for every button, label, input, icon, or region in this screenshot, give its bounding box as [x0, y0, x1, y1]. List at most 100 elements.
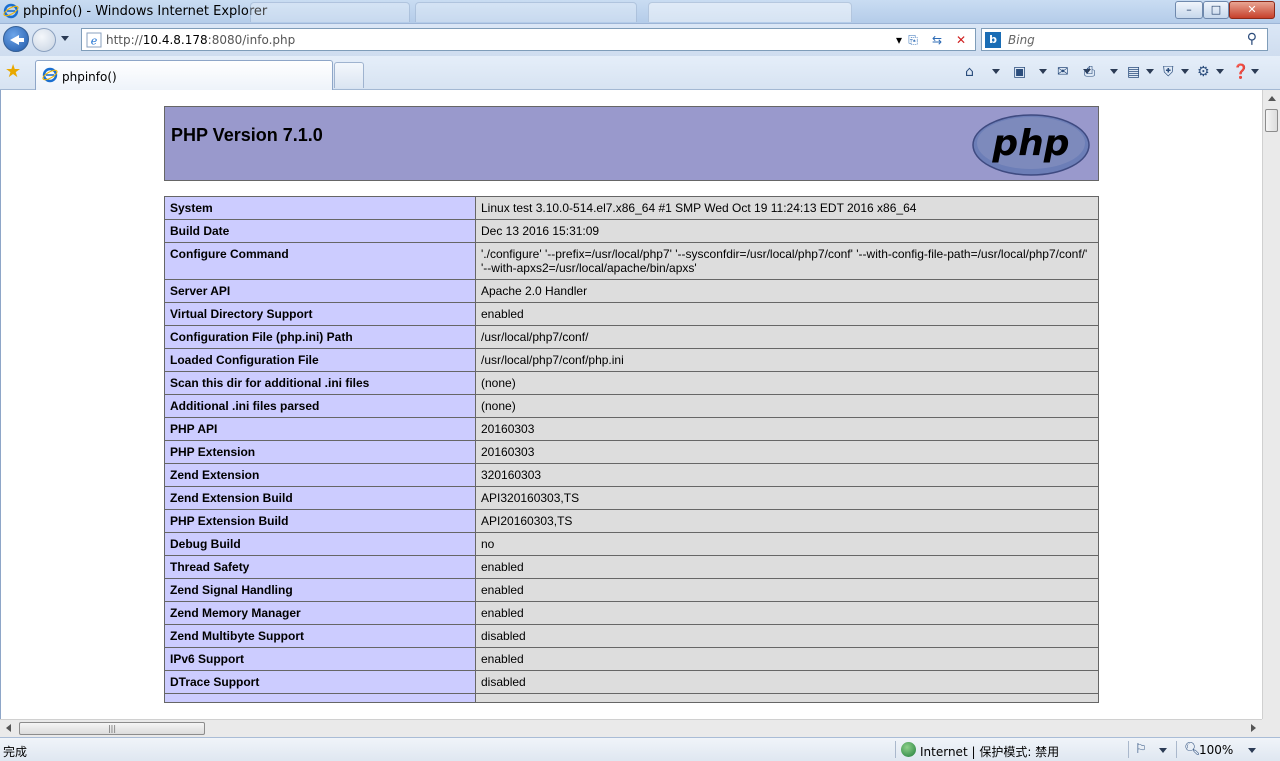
- status-text: 完成: [3, 745, 28, 759]
- table-row: Thread Safety enabled: [164, 555, 1099, 579]
- php-logo-text: php: [991, 123, 1069, 164]
- vertical-scrollbar[interactable]: [1262, 90, 1280, 719]
- php-version-header: PHP Version 7.1.0 php: [164, 106, 1099, 181]
- table-row: DTrace Support disabled: [164, 670, 1099, 694]
- forward-button[interactable]: [32, 28, 56, 52]
- row-key: Loaded Configuration File: [164, 348, 476, 372]
- row-value: /usr/local/php7/conf/: [475, 325, 1099, 349]
- close-button[interactable]: ✕: [1229, 1, 1275, 19]
- print-icon[interactable]: ⎙: [1084, 62, 1095, 82]
- row-value: enabled: [475, 601, 1099, 625]
- feeds-icon[interactable]: ▣: [1013, 62, 1026, 82]
- row-value: 320160303: [475, 463, 1099, 487]
- home-dropdown-icon[interactable]: [992, 69, 1000, 74]
- search-icon[interactable]: ⚲: [1247, 31, 1257, 47]
- help-dropdown-icon[interactable]: [1251, 69, 1259, 74]
- maximize-button[interactable]: □: [1203, 1, 1229, 19]
- search-box[interactable]: b Bing ⚲: [981, 28, 1268, 51]
- security-zone-text[interactable]: Internet | 保护模式: 禁用: [920, 743, 1059, 760]
- horizontal-scrollbar[interactable]: |||: [0, 719, 1262, 737]
- row-key: Build Date: [164, 219, 476, 243]
- table-row: Zend Memory Manager enabled: [164, 601, 1099, 625]
- row-key: Zend Multibyte Support: [164, 624, 476, 648]
- scroll-up-icon[interactable]: [1268, 96, 1276, 101]
- tools-dropdown-icon[interactable]: [1216, 69, 1224, 74]
- tab-bar: ★ phpinfo() ⌂ ▣ ✉ ⎙ ▤ ⛨ ⚙ ❓: [0, 56, 1280, 90]
- table-row: Virtual Directory Support enabled: [164, 302, 1099, 326]
- table-row: IPv6 Support enabled: [164, 647, 1099, 671]
- url-text[interactable]: http://10.4.8.178:8080/info.php: [106, 33, 295, 47]
- table-row: Configure Command './configure' '--prefix…: [164, 242, 1099, 280]
- row-key: System: [164, 196, 476, 220]
- vertical-scroll-thumb[interactable]: [1265, 109, 1278, 132]
- table-row: Configuration File (php.ini) Path/usr/lo…: [164, 325, 1099, 349]
- row-value: Dec 13 2016 15:31:09: [475, 219, 1099, 243]
- row-value: 20160303: [475, 440, 1099, 464]
- status-bar: 完成 Internet | 保护模式: 禁用 ⚐ 🔍︎ 100%: [0, 737, 1280, 761]
- zoom-dropdown-icon[interactable]: [1248, 748, 1256, 753]
- page-icon[interactable]: ▤: [1127, 62, 1140, 82]
- favorites-star-icon[interactable]: ★: [5, 62, 21, 82]
- stop-icon[interactable]: ✕: [950, 32, 972, 49]
- home-icon[interactable]: ⌂: [965, 62, 974, 82]
- background-tab-ghost: [415, 2, 637, 22]
- scroll-left-icon[interactable]: [6, 724, 11, 732]
- row-value: API20160303,TS: [475, 509, 1099, 533]
- minimize-button[interactable]: –: [1175, 1, 1203, 19]
- status-divider: [895, 741, 896, 758]
- status-divider: [1128, 741, 1129, 758]
- row-value: disabled: [475, 670, 1099, 694]
- row-key: Configuration File (php.ini) Path: [164, 325, 476, 349]
- row-value: Apache 2.0 Handler: [475, 279, 1099, 303]
- safety-dropdown-icon[interactable]: [1181, 69, 1189, 74]
- recent-pages-dropdown-icon[interactable]: [61, 36, 69, 41]
- row-key: Configure Command: [164, 242, 476, 280]
- address-bar[interactable]: e http://10.4.8.178:8080/info.php ▾ ⎘ ⇆ …: [81, 28, 976, 51]
- row-value: disabled: [475, 624, 1099, 648]
- new-tab-button[interactable]: [334, 62, 364, 88]
- tab-phpinfo[interactable]: phpinfo(): [35, 60, 333, 90]
- row-value: [475, 693, 1099, 703]
- table-row: Loaded Configuration File/usr/local/php7…: [164, 348, 1099, 372]
- table-row: PHP Extension Build API20160303,TS: [164, 509, 1099, 533]
- row-key: PHP Extension: [164, 440, 476, 464]
- table-row: Zend Extension Build API320160303,TS: [164, 486, 1099, 510]
- php-logo-icon[interactable]: php: [971, 113, 1091, 177]
- zoom-level[interactable]: 100%: [1199, 743, 1233, 757]
- row-key: [164, 693, 476, 703]
- internet-zone-globe-icon: [901, 742, 916, 757]
- refresh-icon[interactable]: ⇆: [926, 32, 948, 49]
- row-value: (none): [475, 371, 1099, 395]
- ie-page-icon: e: [86, 32, 102, 48]
- row-value: Linux test 3.10.0-514.el7.x86_64 #1 SMP …: [475, 196, 1099, 220]
- row-key: PHP API: [164, 417, 476, 441]
- row-value: enabled: [475, 578, 1099, 602]
- table-row: [164, 693, 1099, 703]
- scroll-right-icon[interactable]: [1251, 724, 1256, 732]
- feeds-dropdown-icon[interactable]: [1039, 69, 1047, 74]
- page-dropdown-icon[interactable]: [1146, 69, 1154, 74]
- protected-mode-dropdown-icon[interactable]: [1159, 748, 1167, 753]
- search-placeholder: Bing: [1008, 33, 1035, 47]
- status-divider: [1176, 741, 1177, 758]
- table-row: Scan this dir for additional .ini files(…: [164, 371, 1099, 395]
- php-version-title: PHP Version 7.1.0: [171, 125, 323, 145]
- row-key: Zend Signal Handling: [164, 578, 476, 602]
- table-row: Build Date Dec 13 2016 15:31:09: [164, 219, 1099, 243]
- table-row: Server API Apache 2.0 Handler: [164, 279, 1099, 303]
- safety-shield-icon[interactable]: ⛨: [1163, 62, 1174, 82]
- tools-gear-icon[interactable]: ⚙: [1197, 62, 1210, 82]
- mail-icon[interactable]: ✉: [1057, 62, 1069, 82]
- row-value: /usr/local/php7/conf/php.ini: [475, 348, 1099, 372]
- horizontal-scroll-thumb[interactable]: |||: [19, 722, 205, 735]
- row-value: no: [475, 532, 1099, 556]
- ie-logo-icon: [3, 3, 19, 19]
- table-row: System Linux test 3.10.0-514.el7.x86_64 #…: [164, 196, 1099, 220]
- table-row: PHP API 20160303: [164, 417, 1099, 441]
- back-button[interactable]: [3, 26, 29, 52]
- print-dropdown-icon[interactable]: [1110, 69, 1118, 74]
- protected-mode-icon[interactable]: ⚐: [1135, 742, 1147, 757]
- navigation-bar: e http://10.4.8.178:8080/info.php ▾ ⎘ ⇆ …: [0, 24, 1280, 56]
- compatibility-view-icon[interactable]: ⎘: [902, 32, 924, 49]
- help-icon[interactable]: ❓: [1232, 62, 1249, 82]
